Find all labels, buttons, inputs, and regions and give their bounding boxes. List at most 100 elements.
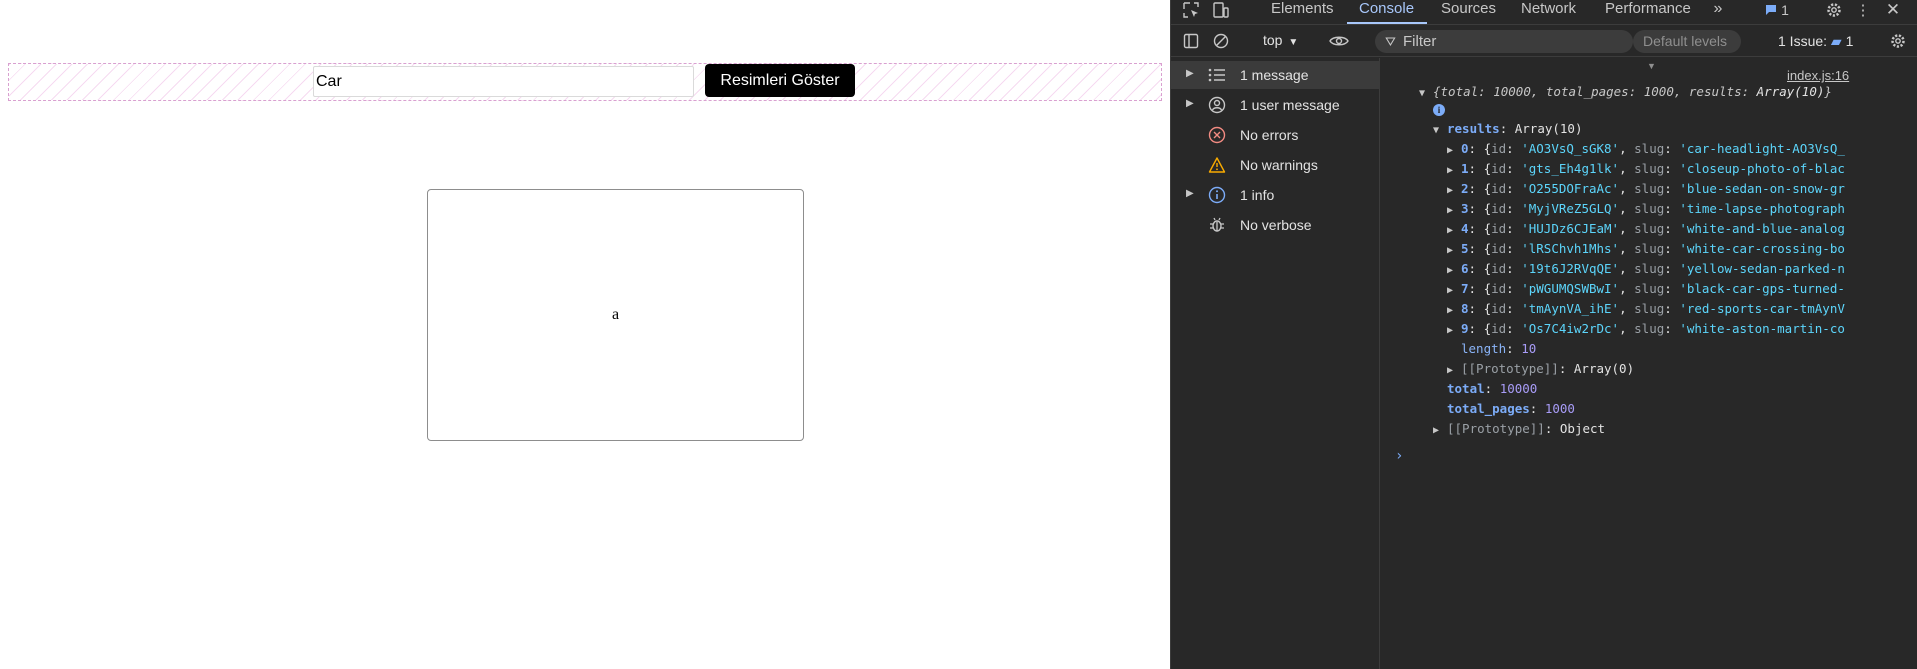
result-item[interactable]: ▶ 4: {id: 'HUJDz6CJEaM', slug: 'white-and…	[1447, 220, 1845, 238]
result-item[interactable]: ▶ 6: {id: '19t6J2RVqQE', slug: 'yellow-se…	[1447, 260, 1845, 278]
summary-results: Array(10)	[1756, 84, 1825, 99]
expand-arrow-icon[interactable]: ▶	[1447, 142, 1461, 160]
results-row[interactable]: ▼ results: Array(10)	[1433, 120, 1582, 138]
item-slug: 'white-car-crossing-bo	[1679, 241, 1845, 256]
item-index: 1	[1461, 161, 1469, 176]
tab-performance[interactable]: Performance	[1605, 0, 1691, 24]
sidebar-toggle-icon[interactable]	[1181, 31, 1201, 51]
collapse-arrow-icon[interactable]: ▼	[1419, 85, 1433, 103]
collapse-arrow-icon[interactable]: ▼	[1433, 122, 1447, 140]
object-prototype-row[interactable]: ▶ [[Prototype]]: Object	[1433, 420, 1605, 438]
item-index: 7	[1461, 281, 1469, 296]
expand-arrow-icon[interactable]: ▶	[1447, 362, 1461, 380]
log-levels-label: Default levels	[1643, 33, 1728, 49]
item-id: 'pWGUMQSWBwI'	[1521, 281, 1620, 296]
item-index: 4	[1461, 221, 1469, 236]
expand-arrow-icon[interactable]: ▶	[1447, 222, 1461, 240]
expand-arrow-icon[interactable]: ▶	[1186, 98, 1194, 109]
item-id: '19t6J2RVqQE'	[1521, 261, 1620, 276]
tab-sources[interactable]: Sources	[1441, 0, 1496, 24]
total-value: 10000	[1499, 381, 1538, 396]
filter-input[interactable]: ⛛ Filter	[1375, 30, 1633, 53]
user-icon	[1207, 95, 1227, 115]
web-page: Resimleri Göster a	[0, 0, 1170, 669]
item-id: 'gts_Eh4g1lk'	[1521, 161, 1620, 176]
item-index: 2	[1461, 181, 1469, 196]
sidebar-item-info[interactable]: ▶ 1 info	[1171, 181, 1380, 209]
item-slug: 'closeup-photo-of-blac	[1679, 161, 1845, 176]
messages-count: 1	[1781, 2, 1789, 18]
device-toolbar-icon[interactable]	[1211, 0, 1231, 20]
tab-elements[interactable]: Elements	[1271, 0, 1334, 24]
more-tabs-icon[interactable]: »	[1708, 0, 1728, 19]
item-slug: 'yellow-sedan-parked-n	[1679, 261, 1845, 276]
expand-arrow-icon[interactable]: ▶	[1447, 302, 1461, 320]
bug-icon	[1207, 215, 1227, 235]
settings-icon[interactable]	[1824, 0, 1844, 20]
tab-console[interactable]: Console	[1359, 0, 1414, 24]
item-slug: 'white-and-blue-analog	[1679, 221, 1845, 236]
console-prompt-icon[interactable]: ›	[1395, 448, 1403, 464]
sidebar-item-verbose[interactable]: No verbose	[1171, 211, 1380, 239]
kebab-menu-icon[interactable]: ⋮	[1853, 0, 1873, 20]
array-prototype-row[interactable]: ▶ [[Prototype]]: Array(0)	[1447, 360, 1634, 378]
expand-arrow-icon[interactable]: ▶	[1447, 322, 1461, 340]
issues-label: 1 Issue:	[1778, 33, 1828, 49]
context-label: top	[1263, 32, 1283, 48]
sidebar-item-user-messages[interactable]: ▶ 1 user message	[1171, 91, 1380, 119]
item-index: 3	[1461, 201, 1469, 216]
results-type: Array(10)	[1514, 121, 1583, 136]
sidebar-item-errors[interactable]: No errors	[1171, 121, 1380, 149]
info-badge[interactable]: i	[1433, 100, 1445, 118]
expand-arrow-icon[interactable]: ▶	[1447, 282, 1461, 300]
sidebar-item-label: No warnings	[1240, 157, 1318, 173]
expand-arrow-icon[interactable]: ▶	[1447, 262, 1461, 280]
expand-arrow-icon[interactable]: ▶	[1447, 162, 1461, 180]
chevron-down-icon: ▼	[1288, 37, 1299, 48]
expand-arrow-icon[interactable]: ▶	[1447, 182, 1461, 200]
total-row: total: 10000	[1447, 381, 1538, 396]
live-expression-eye-icon[interactable]	[1329, 31, 1349, 51]
result-item[interactable]: ▶ 0: {id: 'AO3VsQ_sGK8', slug: 'car-headl…	[1447, 140, 1845, 158]
result-item[interactable]: ▶ 8: {id: 'tmAynVA_ihE', slug: 'red-sport…	[1447, 300, 1845, 318]
expand-arrow-icon[interactable]: ▶	[1447, 242, 1461, 260]
item-id: 'O255DOFraAc'	[1521, 181, 1620, 196]
console-sidebar: ▶ 1 message ▶ 1 user message No errors N…	[1171, 58, 1380, 669]
sidebar-item-label: No verbose	[1240, 217, 1312, 233]
item-slug: 'white-aston-martin-co	[1679, 321, 1845, 336]
result-item[interactable]: ▶ 5: {id: 'lRSChvh1Mhs', slug: 'white-car…	[1447, 240, 1845, 258]
search-input[interactable]	[313, 66, 694, 97]
source-link[interactable]: index.js:16	[1787, 68, 1849, 83]
messages-badge[interactable]: 1	[1762, 0, 1792, 20]
info-badge-icon: i	[1433, 104, 1445, 116]
result-item[interactable]: ▶ 9: {id: 'Os7C4iw2rDc', slug: 'white-ast…	[1447, 320, 1845, 338]
expand-arrow-icon[interactable]: ▶	[1186, 68, 1194, 79]
context-select[interactable]: top ▼	[1263, 32, 1298, 48]
expand-arrow-icon[interactable]: ▶	[1186, 188, 1194, 199]
devtools-tab-bar: Elements Console Sources Network Perform…	[1171, 0, 1917, 25]
item-id: 'MyjVReZ5GLQ'	[1521, 201, 1620, 216]
expand-arrow-icon[interactable]: ▶	[1447, 202, 1461, 220]
sidebar-item-messages[interactable]: ▶ 1 message	[1171, 61, 1380, 89]
result-item[interactable]: ▶ 2: {id: 'O255DOFraAc', slug: 'blue-seda…	[1447, 180, 1845, 198]
clear-console-icon[interactable]	[1211, 31, 1231, 51]
info-icon	[1207, 185, 1227, 205]
item-index: 0	[1461, 141, 1469, 156]
issues-counter[interactable]: 1 Issue: ▰ 1	[1778, 33, 1853, 50]
result-item[interactable]: ▶ 3: {id: 'MyjVReZ5GLQ', slug: 'time-laps…	[1447, 200, 1845, 218]
sidebar-item-label: 1 message	[1240, 67, 1309, 83]
list-icon	[1207, 65, 1227, 85]
log-levels-select[interactable]: Default levels ▼	[1633, 30, 1741, 71]
tab-network[interactable]: Network	[1521, 0, 1576, 24]
result-item[interactable]: ▶ 7: {id: 'pWGUMQSWBwI', slug: 'black-car…	[1447, 280, 1845, 298]
log-object-summary[interactable]: ▼ {total: 10000, total_pages: 1000, resul…	[1419, 83, 1832, 101]
close-icon[interactable]: ✕	[1883, 0, 1903, 20]
expand-arrow-icon[interactable]: ▶	[1433, 422, 1447, 440]
sidebar-item-warnings[interactable]: No warnings	[1171, 151, 1380, 179]
console-settings-icon[interactable]	[1888, 31, 1908, 51]
sidebar-item-label: 1 info	[1240, 187, 1275, 203]
result-item[interactable]: ▶ 1: {id: 'gts_Eh4g1lk', slug: 'closeup-p…	[1447, 160, 1845, 178]
inspect-element-icon[interactable]	[1181, 0, 1201, 20]
console-output: index.js:16 ▼ {total: 10000, total_pages:…	[1381, 58, 1917, 669]
show-images-button[interactable]: Resimleri Göster	[705, 64, 855, 97]
